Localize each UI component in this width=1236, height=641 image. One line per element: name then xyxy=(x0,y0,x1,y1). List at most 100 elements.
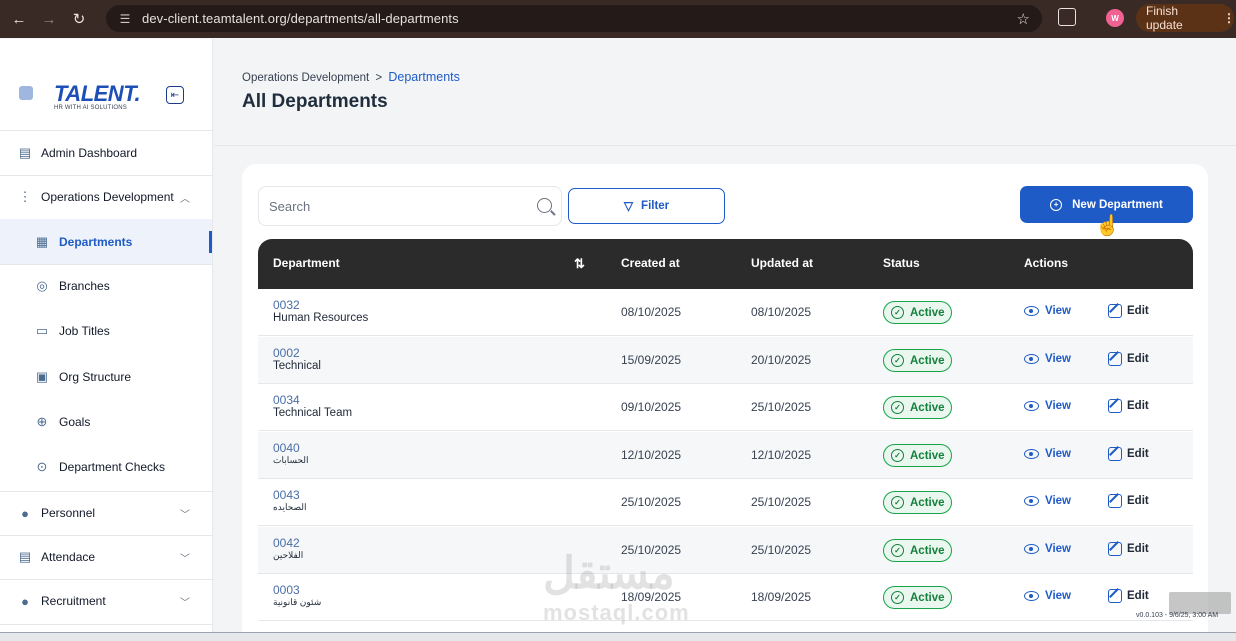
grid-icon: ▦ xyxy=(35,233,49,249)
view-link[interactable]: View xyxy=(1024,400,1071,412)
edit-link[interactable]: Edit xyxy=(1108,589,1149,603)
sidebar-item-label: Admin Dashboard xyxy=(41,146,138,160)
site-settings-icon[interactable]: ☰ xyxy=(118,12,132,26)
sidebar-item-goals[interactable]: ⊕ Goals xyxy=(0,408,212,436)
org-chart-icon: ▣ xyxy=(35,369,49,384)
created-date: 09/10/2025 xyxy=(621,400,682,414)
breadcrumb-separator: > xyxy=(375,72,383,84)
search-input[interactable]: Search xyxy=(258,186,562,226)
edit-link[interactable]: Edit xyxy=(1108,399,1149,413)
target-icon: ⊕ xyxy=(36,414,48,429)
breadcrumb: Operations Development > Departments xyxy=(242,70,460,84)
chart-icon: ▤ xyxy=(18,145,32,160)
column-header-created: Created at xyxy=(621,256,680,270)
status-text: Active xyxy=(910,354,945,367)
logo-row: TALENT. HR WITH AI SOLUTIONS ⇤ xyxy=(0,39,212,131)
breadcrumb-current: Departments xyxy=(388,70,460,84)
view-link[interactable]: View xyxy=(1024,353,1071,365)
sort-icon[interactable]: ⇅ xyxy=(574,256,585,272)
status-text: Active xyxy=(910,544,945,557)
sidebar-item-departments[interactable]: ▦ Departments xyxy=(0,219,212,264)
department-code: 0034 xyxy=(273,393,300,407)
view-label: View xyxy=(1045,448,1071,460)
edit-link[interactable]: Edit xyxy=(1108,542,1149,556)
filter-label: Filter xyxy=(641,200,670,212)
updated-date: 08/10/2025 xyxy=(751,305,812,319)
breadcrumb-parent[interactable]: Operations Development xyxy=(242,72,369,84)
edit-link[interactable]: Edit xyxy=(1108,494,1149,508)
edit-link[interactable]: Edit xyxy=(1108,447,1149,461)
column-header-department[interactable]: Department xyxy=(273,256,340,270)
view-link[interactable]: View xyxy=(1024,590,1071,602)
edit-icon xyxy=(1108,494,1122,508)
watermark-url: mostaql.com xyxy=(543,600,690,625)
users-icon: ● xyxy=(21,505,29,521)
department-name: الصحايده xyxy=(273,502,307,512)
video-controls-overlay[interactable] xyxy=(1169,592,1231,614)
sidebar-item-recruitment[interactable]: ● Recruitment ﹀ xyxy=(0,587,212,615)
status-badge: ✓ Active xyxy=(883,301,952,324)
more-menu-icon: ⋮ xyxy=(1223,11,1235,25)
department-name: شئون قانونية xyxy=(273,597,322,607)
filter-button[interactable]: ▽ Filter xyxy=(568,188,725,224)
department-name: الحسابات xyxy=(273,455,309,465)
updated-date: 25/10/2025 xyxy=(751,400,812,414)
department-name: Technical xyxy=(273,360,321,372)
edit-link[interactable]: Edit xyxy=(1108,352,1149,366)
sidebar-item-admin-dashboard[interactable]: ▤ Admin Dashboard xyxy=(0,139,212,167)
sidebar-item-personnel[interactable]: ● Personnel ﹀ xyxy=(0,499,212,527)
back-icon[interactable]: ← xyxy=(8,8,30,30)
reload-icon[interactable]: ↻ xyxy=(68,8,90,30)
divider xyxy=(214,145,1236,146)
check-circle-icon: ⊙ xyxy=(36,459,48,474)
sidebar-item-org-structure[interactable]: ▣ Org Structure xyxy=(0,363,212,391)
profile-avatar[interactable]: W xyxy=(1106,9,1124,27)
url-text: dev-client.teamtalent.org/departments/al… xyxy=(142,11,459,26)
sidebar-item-label: Goals xyxy=(59,415,91,429)
department-code: 0040 xyxy=(273,441,300,455)
table-row: 0032 Human Resources 08/10/2025 08/10/20… xyxy=(258,289,1193,336)
divider xyxy=(0,264,212,265)
department-code: 0002 xyxy=(273,346,300,360)
address-bar[interactable]: ☰ dev-client.teamtalent.org/departments/… xyxy=(106,5,1042,32)
view-link[interactable]: View xyxy=(1024,448,1071,460)
chevron-up-icon: ︿ xyxy=(180,193,190,205)
page-title: All Departments xyxy=(242,91,388,112)
status-badge: ✓ Active xyxy=(883,444,952,467)
finish-update-button[interactable]: Finish update ⋮ xyxy=(1136,4,1235,32)
edit-link[interactable]: Edit xyxy=(1108,304,1149,318)
view-link[interactable]: View xyxy=(1024,305,1071,317)
sidebar-item-job-titles[interactable]: ▭ Job Titles xyxy=(0,317,212,345)
status-text: Active xyxy=(910,449,945,462)
search-placeholder: Search xyxy=(269,198,311,214)
divider xyxy=(0,624,212,625)
collapse-sidebar-icon[interactable]: ⇤ xyxy=(166,86,184,104)
edit-label: Edit xyxy=(1127,400,1149,412)
sidebar-item-attendace[interactable]: ▤ Attendace ﹀ xyxy=(0,543,212,571)
finish-update-label: Finish update xyxy=(1146,4,1183,32)
extensions-icon[interactable] xyxy=(1058,8,1076,26)
sidebar: TALENT. HR WITH AI SOLUTIONS ⇤ ▤ Admin D… xyxy=(0,39,213,641)
sidebar-item-branches[interactable]: ◎ Branches xyxy=(0,272,212,300)
plus-circle-icon: + xyxy=(1050,198,1063,211)
divider xyxy=(0,491,212,492)
table-row: 0002 Technical 15/09/2025 20/10/2025 ✓ Ac… xyxy=(258,337,1193,384)
check-icon: ✓ xyxy=(891,306,904,319)
status-text: Active xyxy=(910,496,945,509)
user-plus-icon: ● xyxy=(21,593,29,609)
edit-icon xyxy=(1108,352,1122,366)
view-label: View xyxy=(1045,590,1071,602)
check-icon: ✓ xyxy=(891,401,904,414)
view-link[interactable]: View xyxy=(1024,495,1071,507)
hierarchy-icon: ⋮ xyxy=(18,189,32,204)
menu-icon[interactable] xyxy=(19,86,33,100)
forward-icon[interactable]: → xyxy=(38,8,60,30)
logo: TALENT. xyxy=(54,81,141,106)
updated-date: 25/10/2025 xyxy=(751,495,812,509)
view-link[interactable]: View xyxy=(1024,543,1071,555)
check-icon: ✓ xyxy=(891,544,904,557)
bookmark-star-icon[interactable]: ☆ xyxy=(1017,10,1030,28)
sidebar-item-department-checks[interactable]: ⊙ Department Checks xyxy=(0,453,212,481)
sidebar-item-label: Operations Development xyxy=(41,190,174,204)
sidebar-item-operations-development[interactable]: ⋮ Operations Development ︿ xyxy=(0,183,212,211)
